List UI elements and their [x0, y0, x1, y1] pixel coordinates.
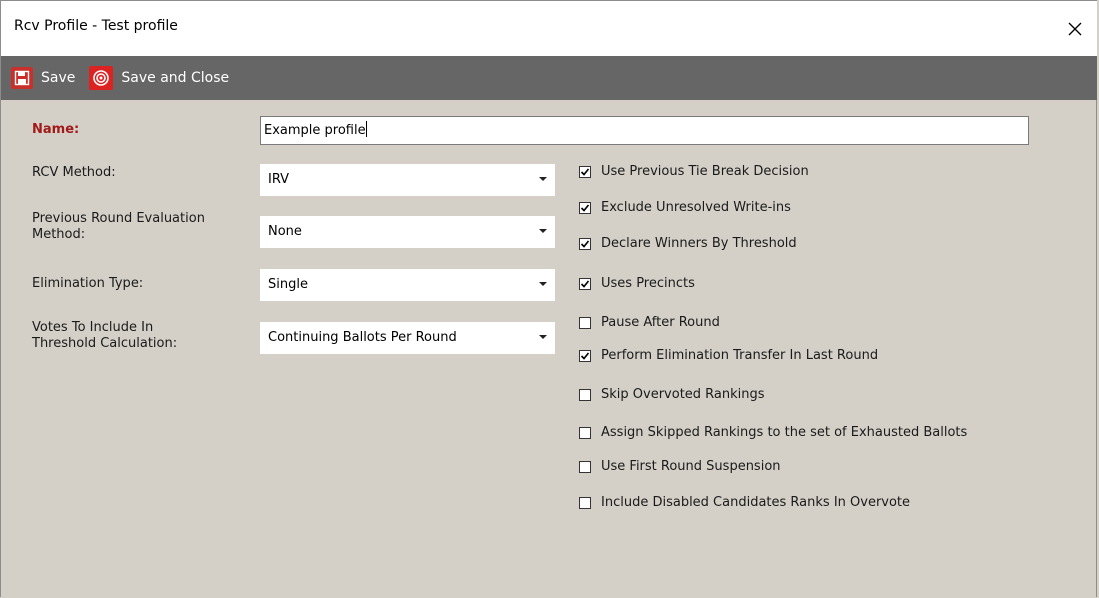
option-label: Include Disabled Candidates Ranks In Ove…	[601, 495, 911, 510]
save-label: Save	[41, 70, 76, 86]
chevron-down-icon	[539, 282, 547, 286]
save-and-close-label: Save and Close	[121, 70, 230, 86]
name-input[interactable]: Example profile	[260, 116, 1029, 145]
checkbox-checked-icon[interactable]	[579, 165, 591, 178]
option-label: Perform Elimination Transfer In Last Rou…	[601, 348, 879, 363]
checkbox-checked-icon[interactable]	[579, 349, 591, 362]
option-checkbox[interactable]: Uses Precincts	[579, 276, 695, 291]
prev-round-label-2: Method:	[32, 227, 86, 242]
name-label: Name:	[32, 122, 80, 137]
option-checkbox[interactable]: Perform Elimination Transfer In Last Rou…	[579, 348, 878, 363]
votes-threshold-value: Continuing Ballots Per Round	[268, 330, 457, 345]
text-caret	[365, 121, 367, 137]
option-label: Declare Winners By Threshold	[601, 236, 797, 251]
title-bar: Rcv Profile - Test profile	[1, 1, 1097, 56]
rcv-method-select[interactable]: IRV	[260, 164, 555, 196]
votes-threshold-label-1: Votes To Include In	[32, 320, 154, 335]
close-button[interactable]	[1055, 9, 1095, 49]
elimination-type-label: Elimination Type:	[32, 276, 144, 291]
option-checkbox[interactable]: Use First Round Suspension	[579, 459, 781, 474]
checkbox-unchecked-icon[interactable]	[579, 316, 591, 329]
name-value: Example profile	[264, 123, 366, 138]
chevron-down-icon	[539, 335, 547, 339]
option-checkbox[interactable]: Include Disabled Candidates Ranks In Ove…	[579, 495, 910, 510]
checkbox-checked-icon[interactable]	[579, 277, 591, 290]
option-label: Uses Precincts	[601, 276, 695, 291]
option-checkbox[interactable]: Exclude Unresolved Write-ins	[579, 200, 791, 215]
window-title: Rcv Profile - Test profile	[14, 18, 178, 34]
rcv-method-label: RCV Method:	[32, 165, 116, 180]
prev-round-select[interactable]: None	[260, 216, 555, 248]
votes-threshold-label-2: Threshold Calculation:	[32, 336, 178, 351]
checkbox-unchecked-icon[interactable]	[579, 388, 591, 401]
option-label: Use Previous Tie Break Decision	[601, 164, 809, 179]
option-label: Pause After Round	[601, 315, 720, 330]
elimination-type-value: Single	[268, 277, 308, 292]
close-icon	[1068, 22, 1082, 36]
option-label: Assign Skipped Rankings to the set of Ex…	[601, 425, 968, 440]
checkbox-checked-icon[interactable]	[579, 201, 591, 214]
option-checkbox[interactable]: Use Previous Tie Break Decision	[579, 164, 809, 179]
toolbar: Save Save and Close	[1, 56, 1097, 100]
checkbox-checked-icon[interactable]	[579, 237, 591, 250]
checkbox-unchecked-icon[interactable]	[579, 460, 591, 473]
save-and-close-button[interactable]: Save and Close	[89, 63, 229, 93]
floppy-disk-icon	[11, 67, 33, 89]
option-checkbox[interactable]: Pause After Round	[579, 315, 720, 330]
option-checkbox[interactable]: Assign Skipped Rankings to the set of Ex…	[579, 425, 967, 440]
save-button[interactable]: Save	[11, 63, 75, 93]
option-label: Skip Overvoted Rankings	[601, 387, 765, 402]
votes-threshold-select[interactable]: Continuing Ballots Per Round	[260, 322, 555, 354]
target-close-icon	[89, 66, 114, 90]
checkbox-unchecked-icon[interactable]	[579, 426, 591, 439]
elimination-type-select[interactable]: Single	[260, 269, 555, 301]
option-label: Use First Round Suspension	[601, 459, 781, 474]
prev-round-label-1: Previous Round Evaluation	[32, 211, 205, 226]
rcv-method-value: IRV	[268, 172, 290, 187]
option-checkbox[interactable]: Declare Winners By Threshold	[579, 236, 797, 251]
option-label: Exclude Unresolved Write-ins	[601, 200, 791, 215]
option-checkbox[interactable]: Skip Overvoted Rankings	[579, 387, 765, 402]
checkbox-unchecked-icon[interactable]	[579, 496, 591, 509]
chevron-down-icon	[539, 177, 547, 181]
chevron-down-icon	[539, 229, 547, 233]
prev-round-value: None	[268, 224, 302, 239]
